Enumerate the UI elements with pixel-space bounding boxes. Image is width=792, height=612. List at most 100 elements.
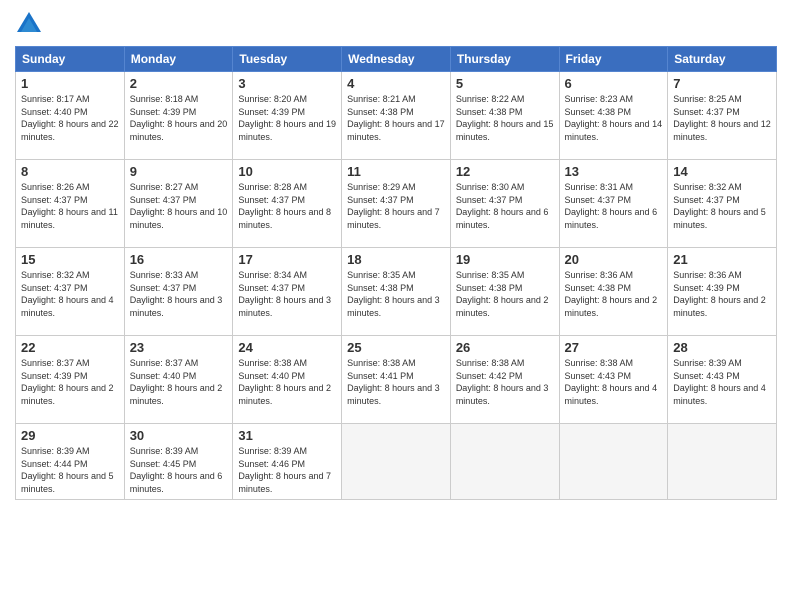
day-number: 5 [456,76,554,91]
calendar-cell: 28 Sunrise: 8:39 AMSunset: 4:43 PMDaylig… [668,336,777,424]
day-number: 12 [456,164,554,179]
day-number: 24 [238,340,336,355]
day-number: 13 [565,164,663,179]
day-number: 23 [130,340,228,355]
day-number: 8 [21,164,119,179]
day-info: Sunrise: 8:39 AMSunset: 4:45 PMDaylight:… [130,446,223,494]
day-number: 18 [347,252,445,267]
calendar-cell: 3 Sunrise: 8:20 AMSunset: 4:39 PMDayligh… [233,72,342,160]
calendar-cell: 13 Sunrise: 8:31 AMSunset: 4:37 PMDaylig… [559,160,668,248]
day-number: 27 [565,340,663,355]
calendar-cell: 2 Sunrise: 8:18 AMSunset: 4:39 PMDayligh… [124,72,233,160]
logo [15,10,47,38]
calendar-cell: 11 Sunrise: 8:29 AMSunset: 4:37 PMDaylig… [342,160,451,248]
day-info: Sunrise: 8:36 AMSunset: 4:38 PMDaylight:… [565,270,658,318]
calendar-cell: 1 Sunrise: 8:17 AMSunset: 4:40 PMDayligh… [16,72,125,160]
day-info: Sunrise: 8:35 AMSunset: 4:38 PMDaylight:… [456,270,549,318]
day-info: Sunrise: 8:38 AMSunset: 4:41 PMDaylight:… [347,358,440,406]
calendar-cell: 5 Sunrise: 8:22 AMSunset: 4:38 PMDayligh… [450,72,559,160]
calendar-week-row: 22 Sunrise: 8:37 AMSunset: 4:39 PMDaylig… [16,336,777,424]
calendar-cell [559,424,668,500]
day-number: 9 [130,164,228,179]
calendar-header-row: SundayMondayTuesdayWednesdayThursdayFrid… [16,47,777,72]
day-info: Sunrise: 8:38 AMSunset: 4:40 PMDaylight:… [238,358,331,406]
calendar-cell: 7 Sunrise: 8:25 AMSunset: 4:37 PMDayligh… [668,72,777,160]
calendar-cell: 26 Sunrise: 8:38 AMSunset: 4:42 PMDaylig… [450,336,559,424]
page: SundayMondayTuesdayWednesdayThursdayFrid… [0,0,792,612]
day-number: 1 [21,76,119,91]
day-info: Sunrise: 8:31 AMSunset: 4:37 PMDaylight:… [565,182,658,230]
day-info: Sunrise: 8:39 AMSunset: 4:44 PMDaylight:… [21,446,114,494]
header [15,10,777,38]
calendar-cell: 29 Sunrise: 8:39 AMSunset: 4:44 PMDaylig… [16,424,125,500]
day-info: Sunrise: 8:39 AMSunset: 4:43 PMDaylight:… [673,358,766,406]
calendar-cell: 23 Sunrise: 8:37 AMSunset: 4:40 PMDaylig… [124,336,233,424]
day-info: Sunrise: 8:23 AMSunset: 4:38 PMDaylight:… [565,94,663,142]
day-number: 25 [347,340,445,355]
day-number: 16 [130,252,228,267]
day-number: 10 [238,164,336,179]
calendar-cell: 14 Sunrise: 8:32 AMSunset: 4:37 PMDaylig… [668,160,777,248]
day-info: Sunrise: 8:21 AMSunset: 4:38 PMDaylight:… [347,94,445,142]
day-number: 20 [565,252,663,267]
day-number: 26 [456,340,554,355]
calendar-cell: 27 Sunrise: 8:38 AMSunset: 4:43 PMDaylig… [559,336,668,424]
calendar-week-row: 29 Sunrise: 8:39 AMSunset: 4:44 PMDaylig… [16,424,777,500]
calendar-week-row: 1 Sunrise: 8:17 AMSunset: 4:40 PMDayligh… [16,72,777,160]
day-info: Sunrise: 8:39 AMSunset: 4:46 PMDaylight:… [238,446,331,494]
calendar-cell [668,424,777,500]
calendar-header-monday: Monday [124,47,233,72]
day-info: Sunrise: 8:26 AMSunset: 4:37 PMDaylight:… [21,182,118,230]
calendar-cell: 25 Sunrise: 8:38 AMSunset: 4:41 PMDaylig… [342,336,451,424]
day-number: 11 [347,164,445,179]
calendar-cell: 15 Sunrise: 8:32 AMSunset: 4:37 PMDaylig… [16,248,125,336]
day-info: Sunrise: 8:38 AMSunset: 4:43 PMDaylight:… [565,358,658,406]
day-info: Sunrise: 8:36 AMSunset: 4:39 PMDaylight:… [673,270,766,318]
calendar-header-wednesday: Wednesday [342,47,451,72]
calendar-week-row: 8 Sunrise: 8:26 AMSunset: 4:37 PMDayligh… [16,160,777,248]
calendar-cell: 24 Sunrise: 8:38 AMSunset: 4:40 PMDaylig… [233,336,342,424]
calendar-cell: 12 Sunrise: 8:30 AMSunset: 4:37 PMDaylig… [450,160,559,248]
day-info: Sunrise: 8:32 AMSunset: 4:37 PMDaylight:… [21,270,114,318]
day-info: Sunrise: 8:20 AMSunset: 4:39 PMDaylight:… [238,94,336,142]
day-info: Sunrise: 8:27 AMSunset: 4:37 PMDaylight:… [130,182,228,230]
day-info: Sunrise: 8:17 AMSunset: 4:40 PMDaylight:… [21,94,119,142]
day-number: 19 [456,252,554,267]
day-info: Sunrise: 8:32 AMSunset: 4:37 PMDaylight:… [673,182,766,230]
calendar-table: SundayMondayTuesdayWednesdayThursdayFrid… [15,46,777,500]
day-info: Sunrise: 8:30 AMSunset: 4:37 PMDaylight:… [456,182,549,230]
day-info: Sunrise: 8:37 AMSunset: 4:39 PMDaylight:… [21,358,114,406]
day-info: Sunrise: 8:29 AMSunset: 4:37 PMDaylight:… [347,182,440,230]
day-number: 21 [673,252,771,267]
calendar-cell: 22 Sunrise: 8:37 AMSunset: 4:39 PMDaylig… [16,336,125,424]
day-info: Sunrise: 8:28 AMSunset: 4:37 PMDaylight:… [238,182,331,230]
day-info: Sunrise: 8:25 AMSunset: 4:37 PMDaylight:… [673,94,771,142]
day-number: 7 [673,76,771,91]
day-number: 2 [130,76,228,91]
day-number: 3 [238,76,336,91]
calendar-cell: 30 Sunrise: 8:39 AMSunset: 4:45 PMDaylig… [124,424,233,500]
day-info: Sunrise: 8:34 AMSunset: 4:37 PMDaylight:… [238,270,331,318]
calendar-cell: 19 Sunrise: 8:35 AMSunset: 4:38 PMDaylig… [450,248,559,336]
calendar-cell: 8 Sunrise: 8:26 AMSunset: 4:37 PMDayligh… [16,160,125,248]
calendar-cell: 6 Sunrise: 8:23 AMSunset: 4:38 PMDayligh… [559,72,668,160]
calendar-cell: 20 Sunrise: 8:36 AMSunset: 4:38 PMDaylig… [559,248,668,336]
day-info: Sunrise: 8:37 AMSunset: 4:40 PMDaylight:… [130,358,223,406]
day-number: 28 [673,340,771,355]
logo-icon [15,10,43,38]
day-number: 29 [21,428,119,443]
calendar-cell: 21 Sunrise: 8:36 AMSunset: 4:39 PMDaylig… [668,248,777,336]
day-info: Sunrise: 8:22 AMSunset: 4:38 PMDaylight:… [456,94,554,142]
day-info: Sunrise: 8:33 AMSunset: 4:37 PMDaylight:… [130,270,223,318]
calendar-header-thursday: Thursday [450,47,559,72]
day-number: 4 [347,76,445,91]
calendar-cell [342,424,451,500]
calendar-cell [450,424,559,500]
day-number: 14 [673,164,771,179]
day-number: 6 [565,76,663,91]
day-info: Sunrise: 8:38 AMSunset: 4:42 PMDaylight:… [456,358,549,406]
day-number: 15 [21,252,119,267]
calendar-header-friday: Friday [559,47,668,72]
calendar-cell: 31 Sunrise: 8:39 AMSunset: 4:46 PMDaylig… [233,424,342,500]
calendar-cell: 17 Sunrise: 8:34 AMSunset: 4:37 PMDaylig… [233,248,342,336]
